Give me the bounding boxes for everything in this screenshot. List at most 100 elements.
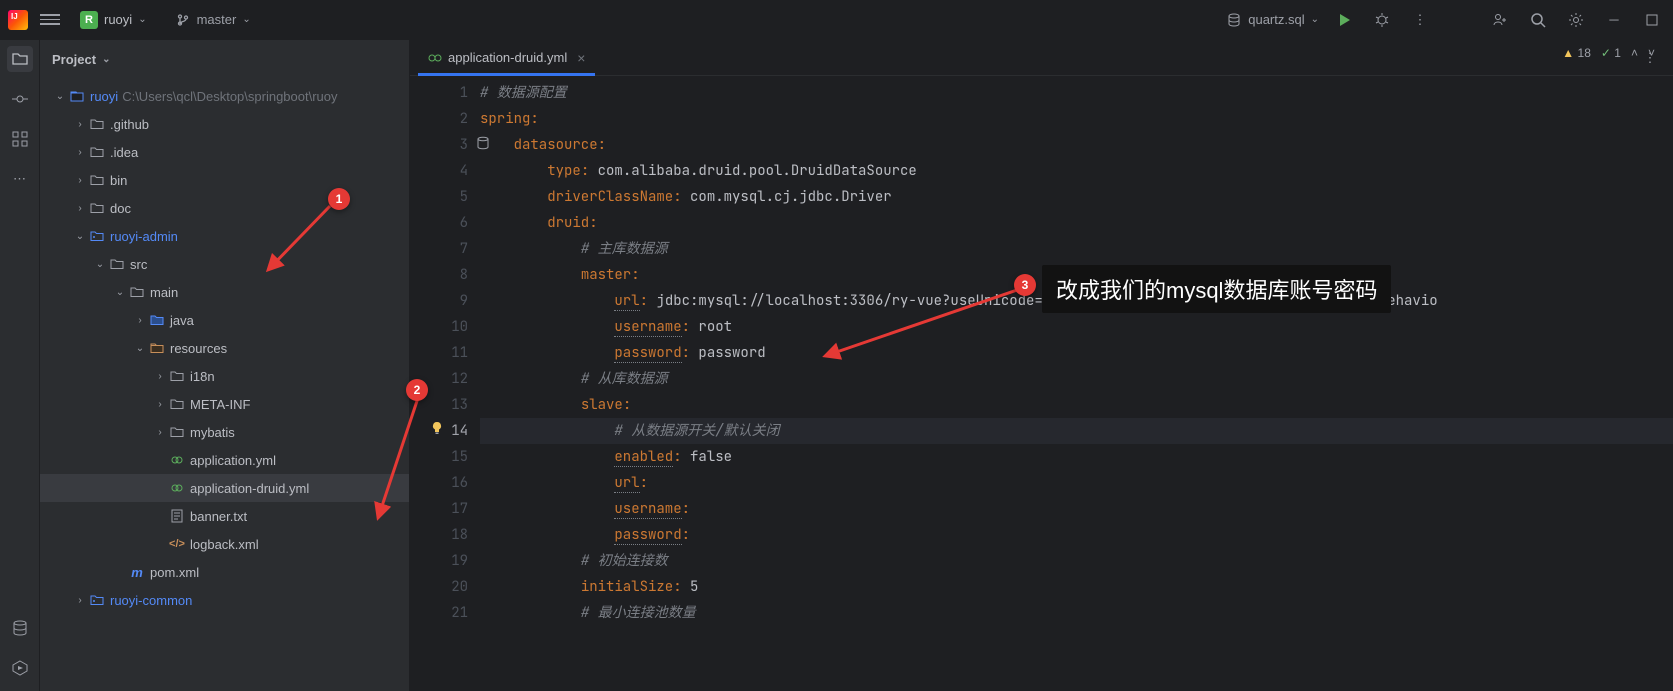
tree-row[interactable]: mpom.xml [40,558,409,586]
project-tool-button[interactable] [7,46,33,72]
code-line[interactable]: password: [480,522,1673,548]
tree-label: .github [110,117,149,132]
editor-tab[interactable]: application-druid.yml × [418,40,595,76]
main-menu-button[interactable] [40,10,60,30]
run-configuration[interactable]: quartz.sql ⌄ [1226,12,1319,28]
code-line[interactable]: # 主库数据源 [480,236,1673,262]
code-line[interactable]: username: [480,496,1673,522]
tree-label: ruoyi-admin [110,229,178,244]
tree-root[interactable]: ⌄ ruoyi C:\Users\qcl\Desktop\springboot\… [40,82,409,110]
code-line[interactable]: # 最小连接池数量 [480,600,1673,626]
code-line[interactable]: password: password [480,340,1673,366]
database-icon [1226,12,1242,28]
more-tools-button[interactable]: ⋯ [7,166,33,192]
run-button[interactable] [1331,7,1357,33]
tree-label: .idea [110,145,138,160]
tree-row[interactable]: ›ruoyi-common [40,586,409,614]
tree-row[interactable]: ›bin [40,166,409,194]
expand-arrow-icon[interactable]: ⌄ [112,287,128,298]
tree-row[interactable]: application.yml [40,446,409,474]
maximize-button[interactable] [1639,7,1665,33]
chevron-down-icon: ⌄ [138,14,146,25]
folder-icon [88,117,106,131]
tree-row[interactable]: ›java [40,306,409,334]
project-selector[interactable]: R ruoyi ⌄ [72,8,155,32]
tree-row[interactable]: ›i18n [40,362,409,390]
tree-path: C:\Users\qcl\Desktop\springboot\ruoy [122,89,337,104]
code-line[interactable]: # 从库数据源 [480,366,1673,392]
maven-icon: m [128,565,146,580]
sidebar-header[interactable]: Project ⌄ [40,40,409,78]
expand-arrow-icon[interactable]: › [152,399,168,410]
expand-arrow-icon[interactable]: › [132,315,148,326]
tree-row[interactable]: banner.txt [40,502,409,530]
code-line[interactable]: datasource: [480,132,1673,158]
expand-icon[interactable]: ˅ [1648,46,1655,60]
tree-label: mybatis [190,425,235,440]
structure-tool-button[interactable] [7,126,33,152]
editor-area: application-druid.yml × ⋮ ▲ 18 ✓ 1 ˄ ˅ 1… [410,40,1673,691]
code-line[interactable]: url: [480,470,1673,496]
services-tool-button[interactable] [7,655,33,681]
tree-row[interactable]: ⌄ src [40,250,409,278]
tree-row[interactable]: ⌄ ruoyi-admin [40,222,409,250]
project-name: ruoyi [104,12,132,27]
project-tree[interactable]: ⌄ ruoyi C:\Users\qcl\Desktop\springboot\… [40,78,409,691]
code-line[interactable]: enabled: false [480,444,1673,470]
expand-arrow-icon[interactable]: › [72,203,88,214]
tree-row[interactable]: › mybatis [40,418,409,446]
expand-arrow-icon[interactable]: › [72,175,88,186]
branch-icon [175,12,191,28]
search-everywhere-button[interactable] [1525,7,1551,33]
folder-icon [168,369,186,383]
expand-arrow-icon[interactable]: › [72,119,88,130]
close-tab-button[interactable]: × [577,50,585,66]
expand-arrow-icon[interactable]: › [152,371,168,382]
code-line[interactable]: slave: [480,392,1673,418]
tree-row[interactable]: application-druid.yml [40,474,409,502]
tree-label: logback.xml [190,537,259,552]
code-content[interactable]: # 数据源配置spring: datasource: type: com.ali… [480,76,1673,691]
tree-row[interactable]: ›doc [40,194,409,222]
code-line[interactable]: # 从数据源开关/默认关闭 [480,418,1673,444]
left-tool-strip: ⋯ [0,40,40,691]
expand-arrow-icon[interactable]: ⌄ [132,343,148,354]
expand-arrow-icon[interactable]: › [152,427,168,438]
expand-arrow-icon[interactable]: ⌄ [92,259,108,270]
code-line[interactable]: druid: [480,210,1673,236]
settings-button[interactable] [1563,7,1589,33]
top-bar: R ruoyi ⌄ master ⌄ quartz.sql ⌄ ⋮ [0,0,1673,40]
expand-arrow-icon[interactable]: › [72,595,88,606]
tree-row[interactable]: ⌄resources [40,334,409,362]
tree-row[interactable]: › .idea [40,138,409,166]
module-icon [88,229,106,243]
tree-label: src [130,257,147,272]
git-branch-selector[interactable]: master ⌄ [167,9,259,31]
debug-button[interactable] [1369,7,1395,33]
expand-arrow-icon[interactable]: ⌄ [52,91,68,102]
database-tool-button[interactable] [7,615,33,641]
intention-bulb-icon[interactable] [430,421,444,435]
code-line[interactable]: type: com.alibaba.druid.pool.DruidDataSo… [480,158,1673,184]
code-line[interactable]: initialSize: 5 [480,574,1673,600]
code-line[interactable]: username: root [480,314,1673,340]
commit-tool-button[interactable] [7,86,33,112]
code-with-me-button[interactable] [1487,7,1513,33]
code-line[interactable]: spring: [480,106,1673,132]
code-line[interactable]: # 初始连接数 [480,548,1673,574]
database-gutter-icon[interactable] [476,136,490,150]
code-line[interactable]: driverClassName: com.mysql.cj.jdbc.Drive… [480,184,1673,210]
tree-row[interactable]: ›META-INF [40,390,409,418]
expand-arrow-icon[interactable]: ⌄ [72,231,88,242]
inspection-widget[interactable]: ▲ 18 ✓ 1 ˄ ˅ [1562,46,1655,60]
expand-arrow-icon[interactable]: › [72,147,88,158]
tree-row[interactable]: ⌄main [40,278,409,306]
collapse-icon[interactable]: ˄ [1631,46,1638,60]
more-actions-button[interactable]: ⋮ [1407,7,1433,33]
editor-body[interactable]: 123456789101112131415161718192021 # 数据源配… [410,76,1673,691]
tree-row[interactable]: </>logback.xml [40,530,409,558]
tree-row[interactable]: › .github [40,110,409,138]
folder-blue-icon [148,313,166,327]
minimize-button[interactable]: ─ [1601,7,1627,33]
code-line[interactable]: # 数据源配置 [480,80,1673,106]
